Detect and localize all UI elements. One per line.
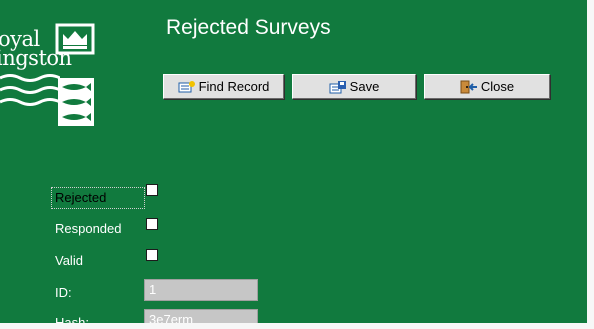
rejected-label: Rejected [51, 187, 145, 209]
save-button[interactable]: Save [292, 74, 416, 99]
royal-kingston-logo: oyal ingston [0, 0, 110, 130]
id-label: ID: [55, 285, 72, 300]
id-field[interactable]: 1 [144, 279, 258, 301]
save-label: Save [349, 79, 380, 94]
form-window: oyal ingston Rejected Surveys Find Recor… [0, 0, 587, 323]
form-title: Rejected Surveys [166, 16, 331, 39]
window-right-edge [587, 0, 594, 329]
valid-checkbox[interactable] [146, 249, 158, 261]
find-record-label: Find Record [198, 79, 270, 94]
logo-text-line2: ingston [0, 46, 72, 70]
rejected-checkbox[interactable] [146, 184, 158, 196]
window-bottom-edge [0, 323, 594, 329]
valid-label: Valid [55, 253, 83, 268]
close-label: Close [480, 79, 515, 94]
responded-label: Responded [55, 221, 122, 236]
close-door-icon [460, 80, 477, 93]
save-icon [329, 80, 346, 93]
hash-field[interactable]: 3e7erm [144, 309, 258, 323]
find-record-button[interactable]: Find Record [163, 74, 284, 99]
find-record-icon [178, 80, 195, 92]
responded-checkbox[interactable] [146, 218, 158, 230]
waves-icon [0, 74, 60, 106]
hash-label: Hash: [55, 315, 89, 323]
close-button[interactable]: Close [424, 74, 550, 99]
fish-shield-icon [58, 78, 94, 126]
